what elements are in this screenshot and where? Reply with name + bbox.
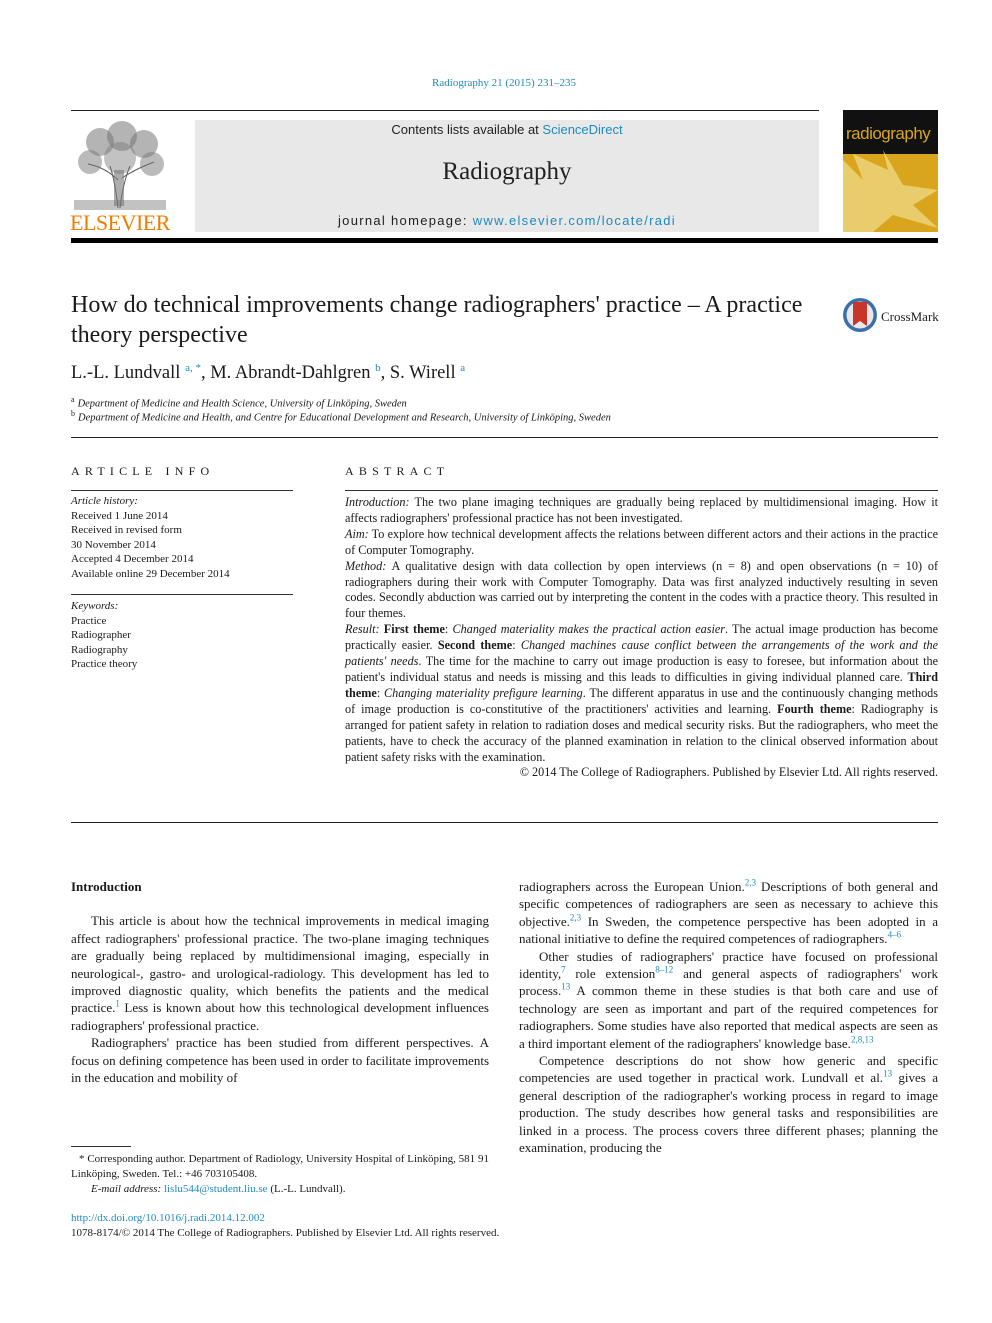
body-paragraph: Radiographers' practice has been studied… xyxy=(71,1035,489,1086)
keyword: Radiographer xyxy=(71,629,131,641)
keyword: Radiography xyxy=(71,643,128,656)
abstract-introduction: Introduction: The two plane imaging tech… xyxy=(345,495,938,527)
abstract-method: Method: A qualitative design with data c… xyxy=(345,559,938,623)
email-suffix: (L.-L. Lundvall). xyxy=(267,1183,346,1195)
article-info-rule xyxy=(71,490,293,491)
footnote-rule xyxy=(71,1146,131,1147)
theme-label: First theme xyxy=(383,622,445,637)
body-text: radiographers across the European Union. xyxy=(519,879,745,894)
citation-link[interactable]: 8–12 xyxy=(655,965,673,975)
citation-link[interactable]: 2,8,13 xyxy=(851,1034,874,1044)
abstract-label: Method: xyxy=(345,558,387,573)
abstract-bottom-rule xyxy=(71,822,938,823)
history-item: Received 1 June 2014 xyxy=(71,509,168,522)
history-item: Received in revised form xyxy=(71,524,182,536)
sciencedirect-link[interactable]: ScienceDirect xyxy=(542,122,622,137)
journal-name: Radiography xyxy=(442,158,572,185)
body-paragraph: Competence descriptions do not show how … xyxy=(519,1052,938,1156)
header-rule xyxy=(71,110,819,111)
abstract-label: Aim: xyxy=(345,526,369,541)
citation-link[interactable]: 2,3 xyxy=(745,878,756,888)
author-affiliation-marker[interactable]: a xyxy=(460,362,465,374)
body-text: Competence descriptions do not show how … xyxy=(519,1053,938,1086)
doi-link[interactable]: http://dx.doi.org/10.1016/j.radi.2014.12… xyxy=(71,1212,265,1224)
contents-prefix: Contents lists available at xyxy=(391,122,543,137)
author-affiliation-marker[interactable]: a, * xyxy=(185,362,201,374)
keyword: Practice theory xyxy=(71,658,138,670)
citation-link[interactable]: 13 xyxy=(883,1069,892,1079)
article-info-heading: ARTICLE INFO xyxy=(71,464,215,478)
theme-label: Fourth theme xyxy=(777,701,852,716)
homepage-prefix: journal homepage: xyxy=(337,213,473,228)
affiliation-key: a xyxy=(71,395,75,404)
abstract-text: A qualitative design with data collectio… xyxy=(345,558,938,621)
body-text: Less is known about how this technologic… xyxy=(71,1000,489,1033)
author-separator: , xyxy=(380,363,390,384)
body-text: A common theme in these studies is that … xyxy=(519,983,938,1051)
affiliation-b: b Department of Medicine and Health, and … xyxy=(71,409,611,424)
author-name[interactable]: M. Abrandt-Dahlgren xyxy=(210,363,370,383)
abstract-heading: ABSTRACT xyxy=(345,464,450,478)
affiliation-text: Department of Medicine and Health Scienc… xyxy=(77,398,407,410)
body-text: role extension xyxy=(565,966,656,982)
title-block-rule xyxy=(71,437,938,438)
citation-link[interactable]: 4–6 xyxy=(888,930,902,940)
contents-line: Contents lists available at ScienceDirec… xyxy=(195,122,819,137)
affiliation-key: b xyxy=(71,409,75,418)
abstract-text: . The time for the machine to carry out … xyxy=(345,654,938,684)
keywords-label: Keywords: xyxy=(71,600,119,612)
affiliation-a: a Department of Medicine and Health Scien… xyxy=(71,395,407,410)
author-list: L.-L. Lundvall a, *, M. Abrandt-Dahlgren… xyxy=(71,362,465,384)
citation-link[interactable]: 2,3 xyxy=(570,912,581,922)
theme-title: Changing materiality prefigure learning xyxy=(384,685,583,700)
article-history: Article history: Received 1 June 2014 Re… xyxy=(71,494,230,581)
crossmark-label[interactable]: CrossMark xyxy=(881,309,939,325)
email-label: E-mail address: xyxy=(91,1183,162,1195)
abstract-aim: Aim: To explore how technical developmen… xyxy=(345,527,938,559)
section-heading-introduction: Introduction xyxy=(71,879,142,894)
abstract-text: The two plane imaging techniques are gra… xyxy=(345,495,938,525)
footnote-email-line: E-mail address: lislu544@student.liu.se … xyxy=(71,1182,489,1197)
author-name[interactable]: L.-L. Lundvall xyxy=(71,363,180,383)
keywords-list: Keywords: Practice Radiographer Radiogra… xyxy=(71,599,137,672)
abstract-label: Result: xyxy=(345,622,380,637)
abstract-copyright: © 2014 The College of Radiographers. Pub… xyxy=(519,765,938,780)
email-link[interactable]: lislu544@student.liu.se xyxy=(164,1183,268,1195)
history-item: 30 November 2014 xyxy=(71,538,156,551)
footnote-text: * Corresponding author. Department of Ra… xyxy=(71,1153,489,1180)
history-item: Accepted 4 December 2014 xyxy=(71,553,194,565)
body-paragraph: Other studies of radiographers' practice… xyxy=(519,948,938,1052)
abstract-rule xyxy=(345,490,938,491)
citation-link[interactable]: 13 xyxy=(561,982,570,992)
body-paragraph: This article is about how the technical … xyxy=(71,912,489,1034)
keywords-rule xyxy=(71,594,293,595)
keyword: Practice xyxy=(71,614,107,627)
author-name[interactable]: S. Wirell xyxy=(390,363,456,383)
journal-reference-link[interactable]: Radiography 21 (2015) 231–235 xyxy=(0,77,992,89)
body-text: In Sweden, the competence perspective ha… xyxy=(519,913,938,947)
issn-copyright: 1078-8174/© 2014 The College of Radiogra… xyxy=(71,1227,500,1239)
body-paragraph: radiographers across the European Union.… xyxy=(519,878,938,948)
abstract-result: Result: First theme: Changed materiality… xyxy=(345,622,939,764)
abstract-label: Introduction: xyxy=(345,495,410,509)
abstract-body: Introduction: The two plane imaging tech… xyxy=(345,495,938,781)
history-item: Available online 29 December 2014 xyxy=(71,567,230,580)
body-column-right: radiographers across the European Union.… xyxy=(519,878,938,1157)
affiliation-text: Department of Medicine and Health, and C… xyxy=(78,412,611,424)
journal-homepage-line: journal homepage: www.elsevier.com/locat… xyxy=(195,213,819,228)
corresponding-author-footnote: * Corresponding author. Department of Ra… xyxy=(71,1152,489,1197)
author-separator: , xyxy=(200,363,211,384)
cover-star-graphic-icon xyxy=(843,150,938,232)
elsevier-wordmark: ELSEVIER xyxy=(70,210,170,235)
article-history-label: Article history: xyxy=(71,495,138,507)
article-title: How do technical improvements change rad… xyxy=(71,292,803,348)
header-thick-rule xyxy=(71,238,938,243)
theme-title: Changed materiality makes the practical … xyxy=(452,622,726,637)
abstract-text: To explore how technical development aff… xyxy=(345,526,938,557)
journal-cover-thumbnail[interactable]: radiography xyxy=(843,110,938,232)
journal-homepage-link[interactable]: www.elsevier.com/locate/radi xyxy=(473,213,676,228)
body-column-left: Introduction This article is about how t… xyxy=(71,878,489,1086)
theme-label: Second theme xyxy=(437,638,513,653)
